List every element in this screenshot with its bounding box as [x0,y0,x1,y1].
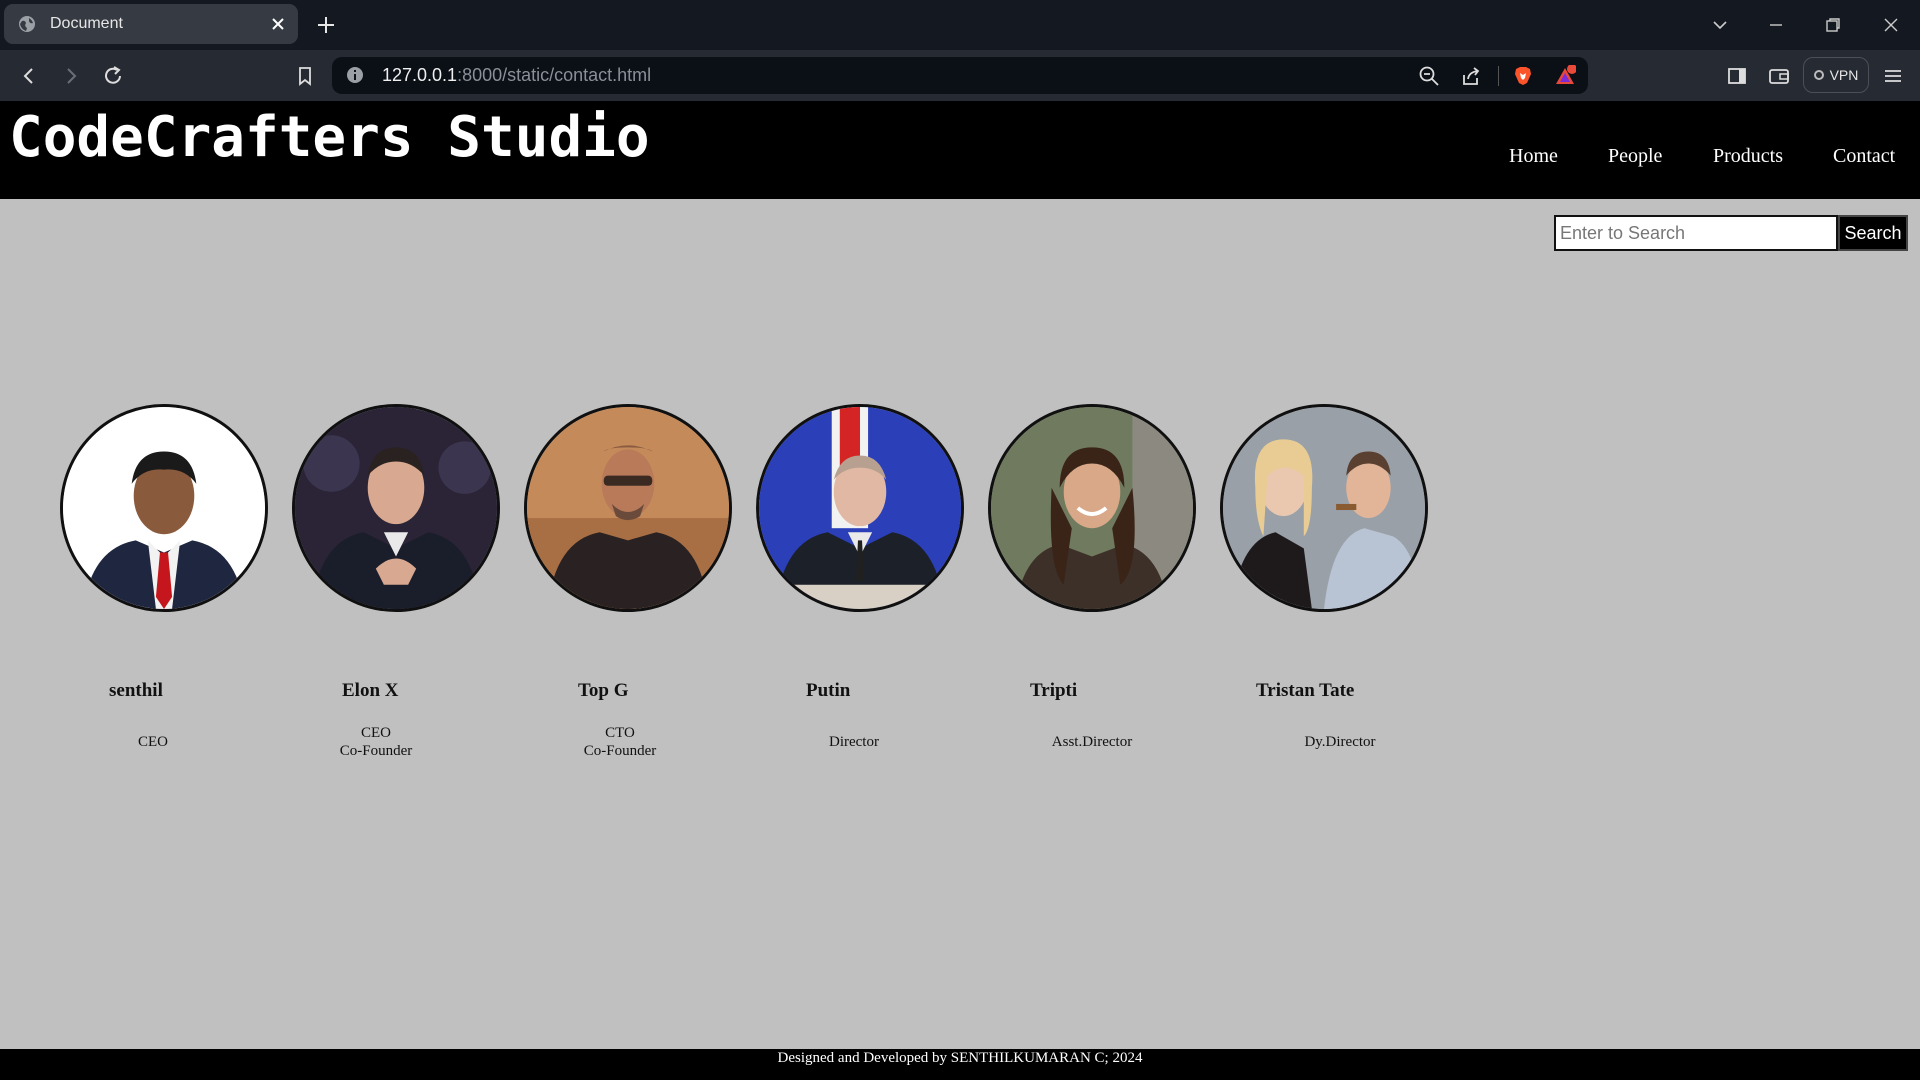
restore-icon[interactable] [1821,13,1845,37]
close-window-icon[interactable] [1879,13,1903,37]
browser-tab[interactable]: Document [4,4,298,44]
role-line: Dy.Director [1304,734,1376,750]
nav-products[interactable]: Products [1713,145,1783,168]
vpn-button[interactable]: VPN [1803,57,1869,93]
minimize-icon[interactable] [1764,13,1788,37]
brand-title: CodeCrafters Studio [9,105,650,170]
url-text: 127.0.0.1:8000/static/contact.html [382,65,651,86]
role-line: CEO [138,734,168,750]
role-line: CEO [361,725,391,741]
person-name: Putin [806,680,851,701]
person-role: Director [818,733,890,751]
person-photo [759,407,961,609]
role-line: Asst.Director [1051,734,1133,750]
address-bar[interactable]: 127.0.0.1:8000/static/contact.html [332,57,1588,94]
site-footer: Designed and Developed by SENTHILKUMARAN… [0,1049,1920,1080]
site-info-icon[interactable] [346,66,364,84]
person-name: senthil [109,680,163,701]
person-role: Asst.Director [1040,733,1144,751]
forward-icon[interactable] [58,63,84,89]
brave-rewards-icon[interactable] [1554,65,1576,87]
person-photo [991,407,1193,609]
nav-home[interactable]: Home [1509,145,1558,168]
new-tab-icon[interactable] [314,13,338,37]
person-role: Dy.Director [1294,733,1386,751]
browser-tabstrip: Document [0,0,1920,50]
avatar [988,404,1196,612]
browser-toolbar: 127.0.0.1:8000/static/contact.html VPN [0,50,1920,101]
nav-contact[interactable]: Contact [1833,145,1895,168]
person-name: Tripti [1030,680,1078,701]
search-input[interactable] [1554,215,1838,251]
avatar [524,404,732,612]
url-host: 127.0.0.1 [382,65,458,85]
brave-shield-icon[interactable] [1512,65,1534,87]
tab-title: Document [50,15,123,32]
role-line: Director [829,734,879,750]
url-path: :8000/static/contact.html [457,65,652,85]
person-role: CEO Co-Founder [330,724,422,760]
person-photo [63,407,265,609]
person-role: CEO [133,733,173,751]
person-photo [295,407,497,609]
role-line: Co-Founder [583,743,657,759]
vpn-label: VPN [1829,67,1859,83]
person-role: CTO Co-Founder [574,724,666,760]
tab-list-chevron-icon[interactable] [1708,13,1732,37]
globe-icon [19,16,35,32]
avatar [292,404,500,612]
vpn-status-icon [1813,70,1824,80]
avatar [756,404,964,612]
person-name: Elon X [342,680,399,701]
nav-people[interactable]: People [1608,145,1662,168]
share-icon[interactable] [1460,65,1482,87]
person-name: Top G [578,680,629,701]
search-button[interactable]: Search [1838,215,1908,251]
person-name: Tristan Tate [1256,680,1355,701]
avatar [1220,404,1428,612]
menu-icon[interactable] [1880,63,1906,89]
role-line: CTO [605,725,635,741]
close-tab-icon[interactable] [270,16,286,32]
role-line: Co-Founder [339,743,413,759]
person-photo [527,407,729,609]
site-header: CodeCrafters Studio Home People Products… [0,101,1920,199]
divider [1498,66,1499,86]
avatar [60,404,268,612]
person-photo [1223,407,1425,609]
reload-icon[interactable] [100,63,126,89]
bookmark-icon[interactable] [292,63,318,89]
zoom-icon[interactable] [1418,65,1440,87]
sidebar-icon[interactable] [1724,63,1750,89]
back-icon[interactable] [16,63,42,89]
wallet-icon[interactable] [1766,63,1792,89]
